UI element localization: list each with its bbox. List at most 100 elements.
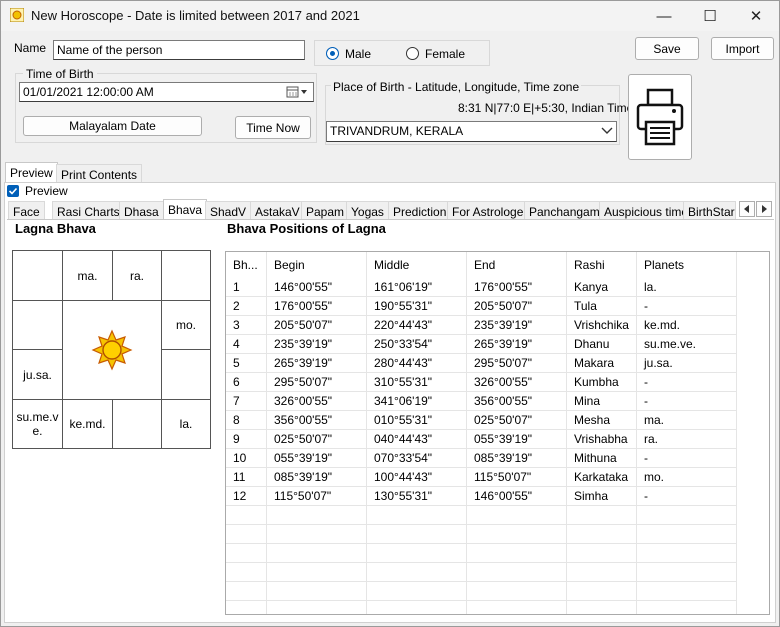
maximize-button[interactable]: ☐ bbox=[687, 1, 733, 31]
window-title: New Horoscope - Date is limited between … bbox=[31, 8, 360, 23]
female-radio[interactable] bbox=[406, 47, 419, 60]
column-header-bhava[interactable]: Bh... bbox=[226, 252, 267, 278]
lagna-bhava-chart: ma. ra. mo. ju.sa. su.me.ve. ke.md. la. bbox=[12, 250, 211, 449]
cell-bhava bbox=[226, 506, 267, 525]
tab-prediction[interactable]: Prediction bbox=[388, 201, 452, 220]
column-header-rashi[interactable]: Rashi bbox=[567, 252, 637, 278]
table-row[interactable]: 8 356°00'55" 010°55'31" 025°50'07" Mesha ma. bbox=[226, 411, 769, 430]
male-radio[interactable] bbox=[326, 47, 339, 60]
datetime-picker[interactable]: 01/01/2021 12:00:00 AM bbox=[19, 82, 314, 102]
table-row[interactable]: 7 326°00'55" 341°06'19" 356°00'55" Mina - bbox=[226, 392, 769, 411]
triangle-left-icon bbox=[744, 205, 749, 213]
column-header-end[interactable]: End bbox=[467, 252, 567, 278]
print-button[interactable] bbox=[628, 74, 692, 160]
title-bar[interactable]: New Horoscope - Date is limited between … bbox=[1, 1, 779, 31]
chart-house-r1c4 bbox=[161, 250, 211, 301]
tab-yogas[interactable]: Yogas bbox=[346, 201, 389, 220]
save-button[interactable]: Save bbox=[635, 37, 699, 60]
name-label: Name bbox=[14, 41, 47, 55]
tab-for-astrologer[interactable]: For Astrologer bbox=[447, 201, 533, 220]
place-combobox[interactable]: TRIVANDRUM, KERALA bbox=[326, 121, 617, 142]
table-row[interactable]: 10 055°39'19" 070°33'54" 085°39'19" Mithuna - bbox=[226, 449, 769, 468]
bhava-positions-table[interactable]: Bh... Begin Middle End Rashi Planets 1 14… bbox=[225, 251, 770, 615]
table-row[interactable]: 4 235°39'19" 250°33'54" 265°39'19" Dhanu su.m… bbox=[226, 335, 769, 354]
import-button[interactable]: Import bbox=[711, 37, 774, 60]
time-now-button[interactable]: Time Now bbox=[235, 116, 311, 139]
tab-bhava[interactable]: Bhava bbox=[163, 199, 208, 220]
column-header-middle[interactable]: Middle bbox=[367, 252, 467, 278]
cell-bhava: 12 bbox=[226, 487, 267, 506]
tab-astakav[interactable]: AstakaV bbox=[250, 201, 305, 220]
table-row[interactable] bbox=[226, 544, 769, 563]
cell-planets: mo. bbox=[637, 468, 737, 487]
minimize-button[interactable]: — bbox=[641, 1, 687, 31]
calendar-dropdown-icon[interactable] bbox=[286, 86, 310, 98]
tab-dhasa[interactable]: Dhasa bbox=[119, 201, 164, 220]
tab-birthstar[interactable]: BirthStar bbox=[683, 201, 736, 220]
table-row[interactable]: 2 176°00'55" 190°55'31" 205°50'07" Tula - bbox=[226, 297, 769, 316]
cell-planets bbox=[637, 601, 737, 614]
cell-planets bbox=[637, 525, 737, 544]
cell-bhava: 8 bbox=[226, 411, 267, 430]
table-row[interactable] bbox=[226, 525, 769, 544]
table-row[interactable]: 12 115°50'07" 130°55'31" 146°00'55" Simha - bbox=[226, 487, 769, 506]
malayalam-date-button[interactable]: Malayalam Date bbox=[23, 116, 202, 136]
cell-middle: 280°44'43" bbox=[367, 354, 467, 373]
table-row[interactable]: 3 205°50'07" 220°44'43" 235°39'19" Vrishchik… bbox=[226, 316, 769, 335]
preview-checkbox-label: Preview bbox=[25, 184, 68, 198]
cell-rashi bbox=[567, 544, 637, 563]
tab-preview[interactable]: Preview bbox=[5, 162, 58, 183]
tab-scroll-right-button[interactable] bbox=[756, 201, 772, 217]
cell-planets bbox=[637, 544, 737, 563]
cell-end: 265°39'19" bbox=[467, 335, 567, 354]
table-row[interactable] bbox=[226, 582, 769, 601]
column-header-planets[interactable]: Planets bbox=[637, 252, 737, 278]
chart-house-r1c3: ra. bbox=[112, 250, 162, 301]
tab-auspicious-time[interactable]: Auspicious time bbox=[599, 201, 694, 220]
app-sun-icon bbox=[10, 8, 24, 22]
column-header-begin[interactable]: Begin bbox=[267, 252, 367, 278]
sun-icon bbox=[90, 328, 134, 372]
tab-print-contents[interactable]: Print Contents bbox=[56, 164, 143, 183]
chevron-down-icon[interactable] bbox=[601, 127, 613, 135]
tab-shadv[interactable]: ShadV bbox=[205, 201, 252, 220]
table-row[interactable] bbox=[226, 506, 769, 525]
cell-middle: 190°55'31" bbox=[367, 297, 467, 316]
cell-bhava: 9 bbox=[226, 430, 267, 449]
cell-planets bbox=[637, 506, 737, 525]
name-input[interactable]: Name of the person bbox=[53, 40, 305, 60]
table-row[interactable]: 6 295°50'07" 310°55'31" 326°00'55" Kumbha - bbox=[226, 373, 769, 392]
cell-rashi bbox=[567, 582, 637, 601]
chart-center bbox=[62, 300, 162, 400]
table-row[interactable]: 9 025°50'07" 040°44'43" 055°39'19" Vrishabha… bbox=[226, 430, 769, 449]
horoscope-window: New Horoscope - Date is limited between … bbox=[0, 0, 780, 627]
table-row[interactable]: 11 085°39'19" 100°44'43" 115°50'07" Karkatak… bbox=[226, 468, 769, 487]
tab-panchangam[interactable]: Panchangam bbox=[524, 201, 605, 220]
printer-icon bbox=[636, 88, 684, 146]
cell-middle bbox=[367, 544, 467, 563]
tab-scroll-left-button[interactable] bbox=[739, 201, 755, 217]
cell-begin bbox=[267, 563, 367, 582]
table-row[interactable]: 5 265°39'19" 280°44'43" 295°50'07" Makara ju.… bbox=[226, 354, 769, 373]
close-button[interactable]: ✕ bbox=[733, 1, 779, 31]
table-row[interactable] bbox=[226, 601, 769, 614]
cell-planets: ma. bbox=[637, 411, 737, 430]
preview-checkbox[interactable] bbox=[7, 185, 19, 197]
table-row[interactable] bbox=[226, 563, 769, 582]
chart-house-r4c2: ke.md. bbox=[62, 399, 113, 449]
tab-rasi-charts[interactable]: Rasi Charts bbox=[52, 201, 125, 220]
table-row[interactable]: 1 146°00'55" 161°06'19" 176°00'55" Kanya la. bbox=[226, 278, 769, 297]
tab-face[interactable]: Face bbox=[8, 201, 45, 220]
check-icon bbox=[8, 187, 18, 195]
cell-rashi: Tula bbox=[567, 297, 637, 316]
female-label: Female bbox=[425, 47, 466, 61]
tab-papam[interactable]: Papam bbox=[301, 201, 350, 220]
datetime-value: 01/01/2021 12:00:00 AM bbox=[23, 85, 154, 99]
chart-house-r2c1 bbox=[12, 300, 63, 350]
place-value: TRIVANDRUM, KERALA bbox=[330, 124, 464, 138]
cell-begin bbox=[267, 525, 367, 544]
cell-end bbox=[467, 563, 567, 582]
cell-rashi: Mesha bbox=[567, 411, 637, 430]
cell-end: 146°00'55" bbox=[467, 487, 567, 506]
cell-middle: 161°06'19" bbox=[367, 278, 467, 297]
